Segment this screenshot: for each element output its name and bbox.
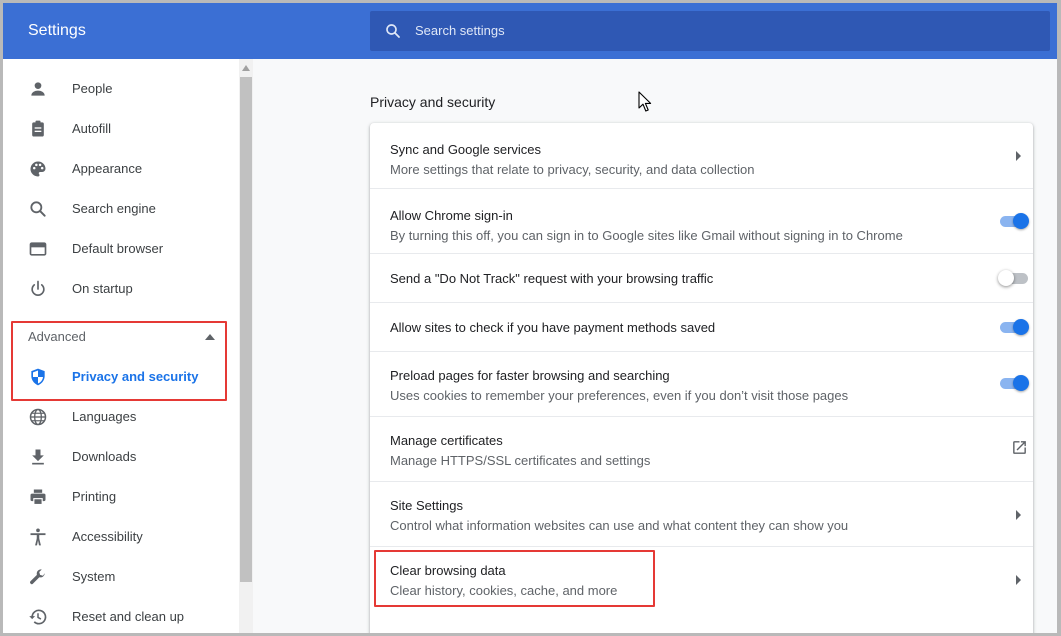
toggle-knob <box>1013 375 1029 391</box>
scrollbar-thumb[interactable] <box>240 77 252 582</box>
chevron-right-icon[interactable] <box>1014 510 1022 520</box>
accessibility-icon <box>30 528 46 546</box>
row-subtitle: Uses cookies to remember your preference… <box>390 388 849 403</box>
row-title: Allow sites to check if you have payment… <box>390 320 716 335</box>
row-title: Manage certificates <box>390 433 503 448</box>
sidebar-item-default-browser[interactable]: Default browser <box>3 229 239 269</box>
person-icon <box>31 82 45 96</box>
chevron-right-icon[interactable] <box>1014 151 1022 161</box>
sidebar-item-label: Autofill <box>72 121 112 136</box>
row-manage-certificates[interactable]: Manage certificates Manage HTTPS/SSL cer… <box>370 416 1033 481</box>
sidebar-item-autofill[interactable]: Autofill <box>3 109 239 149</box>
settings-window: Settings Search settings People Autofill… <box>3 3 1057 633</box>
sidebar-item-downloads[interactable]: Downloads <box>3 437 239 477</box>
privacy-settings-card: Sync and Google services More settings t… <box>370 123 1033 633</box>
toggle-knob <box>998 270 1014 286</box>
top-toolbar: Settings Search settings <box>3 3 1057 59</box>
row-allow-chrome-signin[interactable]: Allow Chrome sign-in By turning this off… <box>370 188 1033 253</box>
advanced-label: Advanced <box>28 329 86 344</box>
toggle-switch[interactable] <box>998 373 1032 393</box>
row-sync-google-services[interactable]: Sync and Google services More settings t… <box>370 123 1033 188</box>
toggle-knob <box>1013 319 1029 335</box>
row-subtitle: Clear history, cookies, cache, and more <box>390 583 618 598</box>
sidebar-item-appearance[interactable]: Appearance <box>3 149 239 189</box>
row-preload-pages[interactable]: Preload pages for faster browsing and se… <box>370 351 1033 416</box>
toggle-knob <box>1013 213 1029 229</box>
chevron-right-icon[interactable] <box>1014 575 1022 585</box>
palette-icon <box>30 161 46 177</box>
sidebar-scrollbar[interactable] <box>239 59 253 633</box>
main-content: Privacy and security Sync and Google ser… <box>253 59 1057 633</box>
row-title: Sync and Google services <box>390 142 542 157</box>
toggle-switch[interactable] <box>998 268 1032 288</box>
scroll-up-arrow-icon[interactable] <box>242 65 250 71</box>
sidebar-item-label: Downloads <box>72 449 137 464</box>
row-payment-methods[interactable]: Allow sites to check if you have payment… <box>370 302 1033 351</box>
sidebar-item-people[interactable]: People <box>3 69 239 109</box>
row-subtitle: By turning this off, you can sign in to … <box>390 228 903 243</box>
advanced-section-toggle[interactable]: Advanced <box>3 317 239 357</box>
sidebar-item-label: Privacy and security <box>72 369 199 384</box>
download-icon <box>32 449 44 465</box>
sidebar-item-on-startup[interactable]: On startup <box>3 269 239 309</box>
sidebar-item-label: Reset and clean up <box>72 609 185 624</box>
sidebar-item-label: Default browser <box>72 241 164 256</box>
search-placeholder: Search settings <box>415 23 505 38</box>
sidebar-item-languages[interactable]: Languages <box>3 397 239 437</box>
sidebar-item-accessibility[interactable]: Accessibility <box>3 517 239 557</box>
external-link-icon[interactable] <box>1011 439 1028 456</box>
caret-up-icon <box>205 334 215 340</box>
mouse-cursor-icon <box>638 91 652 112</box>
search-settings-input[interactable]: Search settings <box>370 11 1050 51</box>
sidebar-item-reset[interactable]: Reset and clean up <box>3 597 239 633</box>
toggle-switch[interactable] <box>998 317 1032 337</box>
row-subtitle: Manage HTTPS/SSL certificates and settin… <box>390 453 651 468</box>
sidebar-item-label: System <box>72 569 116 584</box>
row-do-not-track[interactable]: Send a "Do Not Track" request with your … <box>370 253 1033 302</box>
sidebar-menu: People Autofill Appearance Search engine… <box>3 59 239 633</box>
toggle-switch[interactable] <box>998 211 1032 231</box>
history-icon <box>29 609 47 625</box>
search-icon <box>386 24 400 38</box>
sidebar-item-label: On startup <box>72 281 133 296</box>
sidebar-item-label: Printing <box>72 489 117 504</box>
printer-icon <box>30 489 46 506</box>
sidebar-item-label: People <box>72 81 113 96</box>
wrench-icon <box>30 569 45 585</box>
sidebar-item-privacy-security[interactable]: Privacy and security <box>3 357 239 397</box>
row-site-settings[interactable]: Site Settings Control what information w… <box>370 481 1033 546</box>
row-title: Clear browsing data <box>390 563 506 578</box>
row-subtitle: More settings that relate to privacy, se… <box>390 162 755 177</box>
row-title: Preload pages for faster browsing and se… <box>390 368 670 383</box>
sidebar-item-search-engine[interactable]: Search engine <box>3 189 239 229</box>
row-clear-browsing-data[interactable]: Clear browsing data Clear history, cooki… <box>370 546 1033 611</box>
sidebar-item-system[interactable]: System <box>3 557 239 597</box>
sidebar-item-label: Accessibility <box>72 529 143 544</box>
clipboard-icon <box>32 120 44 137</box>
sidebar-item-label: Appearance <box>72 161 143 176</box>
search-icon <box>30 201 46 217</box>
sidebar-item-label: Languages <box>72 409 137 424</box>
row-title: Send a "Do Not Track" request with your … <box>390 271 714 286</box>
sidebar-item-label: Search engine <box>72 201 156 216</box>
browser-window-icon <box>29 242 47 256</box>
row-subtitle: Control what information websites can us… <box>390 518 849 533</box>
globe-icon <box>29 408 47 426</box>
section-title: Privacy and security <box>370 94 496 110</box>
shield-icon <box>31 368 45 386</box>
power-icon <box>31 280 45 296</box>
app-title: Settings <box>28 22 86 39</box>
sidebar-item-printing[interactable]: Printing <box>3 477 239 517</box>
row-title: Allow Chrome sign-in <box>390 208 513 223</box>
row-title: Site Settings <box>390 498 463 513</box>
